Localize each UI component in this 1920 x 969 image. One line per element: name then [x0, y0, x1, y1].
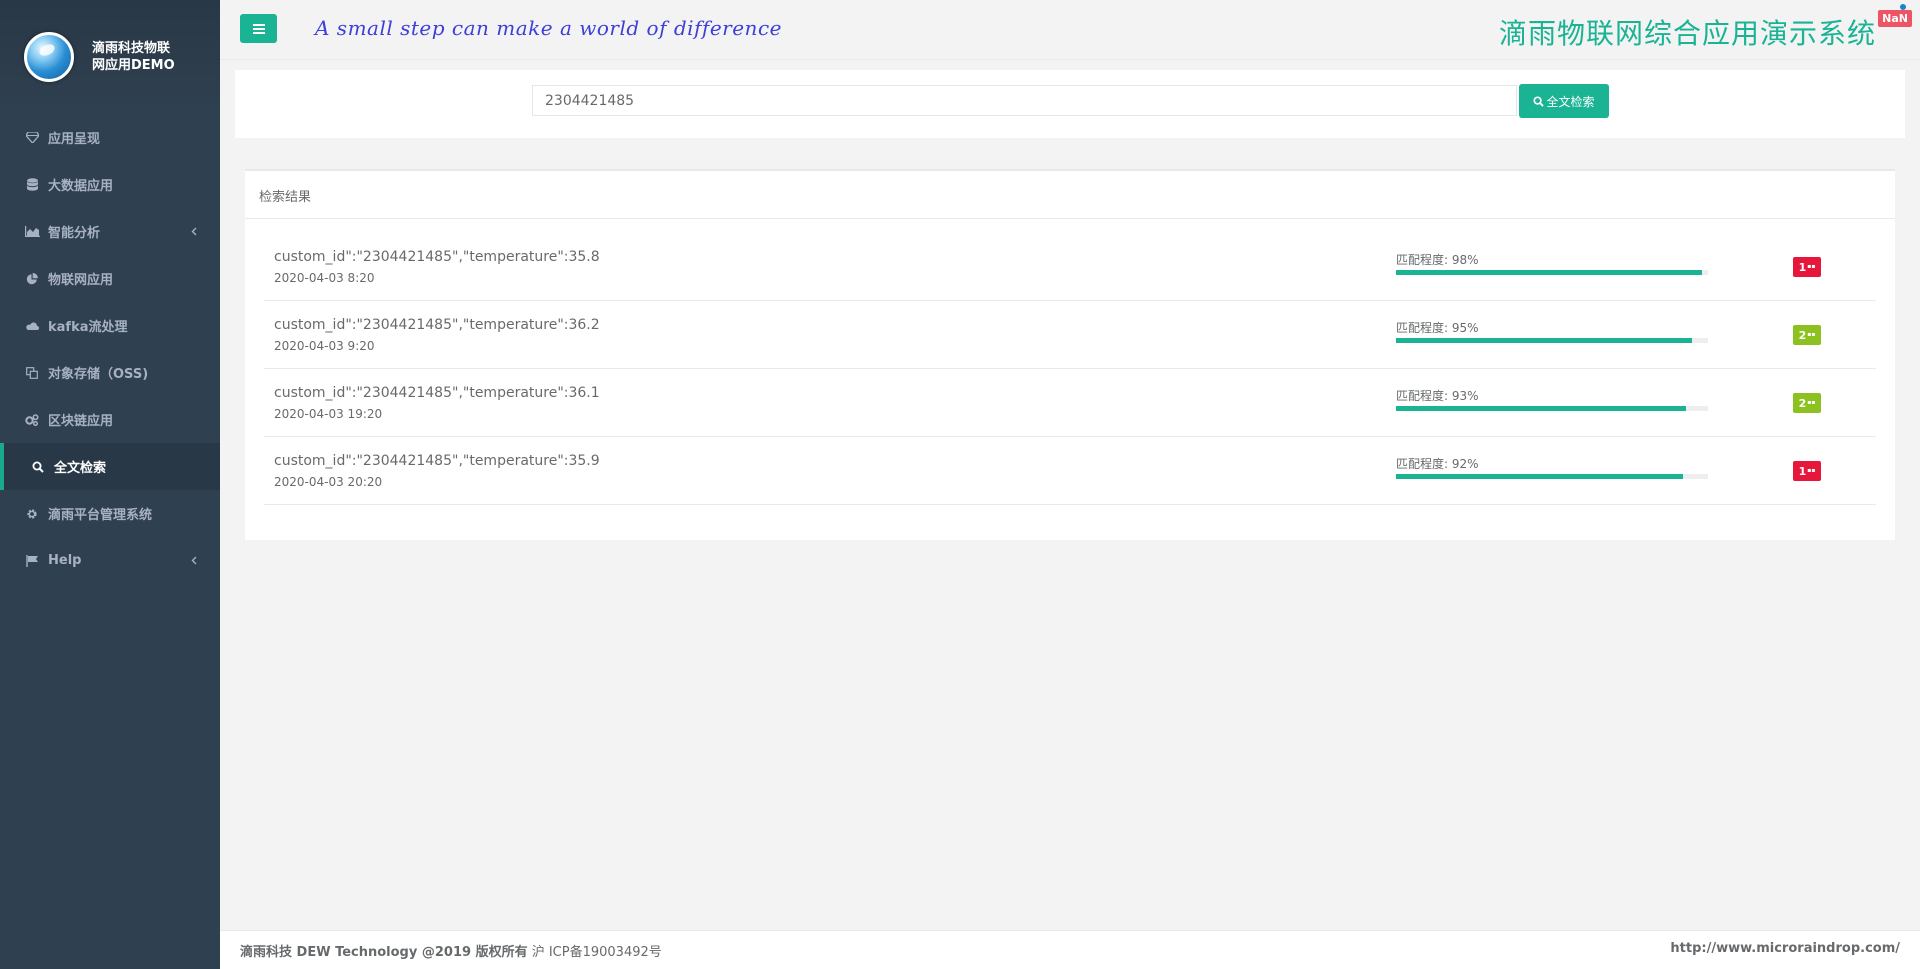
match-progress-fill — [1396, 406, 1687, 411]
search-icon — [1533, 95, 1545, 107]
rank-number: 1 — [1798, 260, 1807, 274]
match-progress-fill — [1396, 474, 1684, 479]
cloud-icon — [24, 319, 40, 333]
sidebar-item-label: Help — [48, 553, 82, 568]
brand-name-line1: 滴雨科技物联 — [92, 41, 171, 56]
rank-number: 2 — [1798, 396, 1807, 410]
match-progress-bar — [1396, 406, 1708, 411]
match-progress-bar — [1396, 338, 1708, 343]
match-label: 匹配程度: 95% — [1396, 321, 1479, 335]
result-item[interactable]: custom_id":"2304421485","temperature":36… — [264, 369, 1876, 437]
match-label: 匹配程度: 98% — [1396, 253, 1479, 267]
footer-icp: 沪 ICP备19003492号 — [527, 945, 662, 960]
gear-icon — [24, 507, 40, 521]
sidebar-item-fulltext-search[interactable]: 全文检索 — [0, 443, 220, 490]
sidebar-item-platform-admin[interactable]: 滴雨平台管理系统 — [0, 490, 220, 537]
area-chart-icon — [24, 225, 40, 239]
rank-badge-icon: 2 ▪▪ — [1793, 393, 1821, 413]
result-date: 2020-04-03 9:20 — [274, 339, 375, 353]
rank-badge-icon: 1 ▪▪ — [1793, 461, 1821, 481]
sidebar-item-label: 大数据应用 — [48, 179, 114, 194]
top-navbar: A small step can make a world of differe… — [220, 0, 1920, 60]
result-item[interactable]: custom_id":"2304421485","temperature":35… — [264, 233, 1876, 301]
rank-badge-icon: 1 ▪▪ — [1793, 257, 1821, 277]
sidebar-item-label: 全文检索 — [54, 461, 107, 476]
brand-name-line2: 网应用DEMO — [92, 58, 175, 73]
flag-icon — [24, 554, 40, 568]
footer-website-link[interactable]: http://www.microraindrop.com/ — [1670, 941, 1900, 956]
sidebar-item-label: 区块链应用 — [48, 414, 114, 429]
footer-copyright: 滴雨科技 DEW Technology @2019 版权所有 沪 ICP备190… — [240, 941, 662, 960]
sidebar-item-oss[interactable]: 对象存储（OSS) — [0, 349, 220, 396]
sidebar-item-iot[interactable]: 物联网应用 — [0, 255, 220, 302]
match-progress-bar — [1396, 270, 1708, 275]
sidebar-item-help[interactable]: Help — [0, 537, 220, 584]
match-label: 匹配程度: 93% — [1396, 389, 1479, 403]
sidebar-item-smart-analysis[interactable]: 智能分析 — [0, 208, 220, 255]
sidebar-item-big-data[interactable]: 大数据应用 — [0, 161, 220, 208]
sidebar-item-kafka[interactable]: kafka流处理 — [0, 302, 220, 349]
database-icon — [24, 178, 40, 192]
result-date: 2020-04-03 20:20 — [274, 475, 383, 489]
hamburger-icon — [252, 23, 265, 34]
result-text[interactable]: custom_id":"2304421485","temperature":36… — [274, 385, 600, 401]
rank-number: 2 — [1798, 328, 1807, 342]
brand[interactable]: 滴雨科技物联 网应用DEMO — [0, 0, 220, 114]
footer-copyright-text: 滴雨科技 DEW Technology @2019 版权所有 — [240, 945, 528, 960]
sidebar: 滴雨科技物联 网应用DEMO 应用呈现 大数据应用 智能分析 物联网应用 kaf… — [0, 0, 220, 969]
menu-toggle-button[interactable] — [240, 14, 277, 43]
search-panel: 全文检索 — [235, 70, 1905, 138]
match-progress-fill — [1396, 270, 1702, 275]
match-progress-fill — [1396, 338, 1693, 343]
result-date: 2020-04-03 19:20 — [274, 407, 383, 421]
result-text[interactable]: custom_id":"2304421485","temperature":35… — [274, 453, 600, 469]
result-date: 2020-04-03 8:20 — [274, 271, 375, 285]
result-text[interactable]: custom_id":"2304421485","temperature":36… — [274, 317, 600, 333]
notification-badge[interactable]: NaN — [1878, 10, 1912, 27]
sidebar-item-label: 智能分析 — [48, 226, 101, 241]
sidebar-item-label: 应用呈现 — [48, 132, 101, 147]
globe-logo-icon — [24, 32, 74, 82]
pie-chart-icon — [24, 272, 40, 286]
results-panel: 检索结果 custom_id":"2304421485","temperatur… — [245, 169, 1895, 540]
search-button-label: 全文检索 — [1546, 94, 1595, 109]
results-title: 检索结果 — [245, 171, 1895, 219]
sidebar-item-label: 物联网应用 — [48, 273, 114, 288]
rank-badge-icon: 2 ▪▪ — [1793, 325, 1821, 345]
cogs-icon — [24, 413, 40, 427]
match-label: 匹配程度: 92% — [1396, 457, 1479, 471]
sidebar-nav: 应用呈现 大数据应用 智能分析 物联网应用 kafka流处理 对象存储（OSS)… — [0, 114, 220, 584]
result-item[interactable]: custom_id":"2304421485","temperature":35… — [264, 437, 1876, 505]
sidebar-item-label: kafka流处理 — [48, 320, 128, 335]
rank-number: 1 — [1798, 464, 1807, 478]
sidebar-item-label: 滴雨平台管理系统 — [48, 508, 153, 523]
brand-name: 滴雨科技物联 网应用DEMO — [92, 40, 192, 74]
result-item[interactable]: custom_id":"2304421485","temperature":36… — [264, 301, 1876, 369]
match-progress-bar — [1396, 474, 1708, 479]
sidebar-item-blockchain[interactable]: 区块链应用 — [0, 396, 220, 443]
system-title: 滴雨物联网综合应用演示系统 — [1498, 17, 1876, 50]
diamond-icon — [24, 131, 40, 145]
copy-icon — [24, 366, 40, 380]
result-list: custom_id":"2304421485","temperature":35… — [245, 219, 1895, 505]
sidebar-item-app-display[interactable]: 应用呈现 — [0, 114, 220, 161]
chevron-left-icon — [188, 553, 200, 567]
search-icon — [30, 460, 46, 474]
sidebar-item-label: 对象存储（OSS) — [48, 367, 149, 382]
footer: 滴雨科技 DEW Technology @2019 版权所有 沪 ICP备190… — [220, 930, 1920, 969]
fulltext-search-button[interactable]: 全文检索 — [1519, 84, 1609, 118]
search-input[interactable] — [532, 85, 1517, 116]
chevron-left-icon — [188, 224, 200, 238]
result-text[interactable]: custom_id":"2304421485","temperature":35… — [274, 249, 600, 265]
header-slogan: A small step can make a world of differe… — [315, 16, 782, 40]
